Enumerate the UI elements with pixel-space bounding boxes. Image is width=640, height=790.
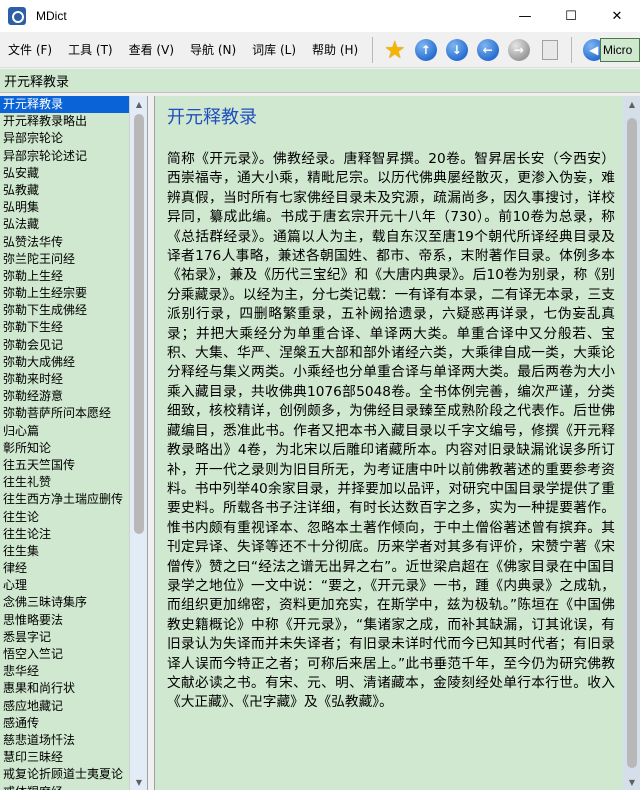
word-list-item[interactable]: 开元释教录略出 (0, 113, 129, 130)
word-list-item[interactable]: 异部宗轮论 (0, 130, 129, 147)
window-title: MDict (36, 9, 67, 23)
toolbar-separator (372, 36, 374, 63)
scroll-up-icon[interactable]: ▲ (623, 96, 640, 112)
entry-title: 开元释教录 (167, 107, 257, 128)
window-controls: — ☐ ✕ (502, 0, 640, 32)
menu-navigate[interactable]: 导航 (N) (182, 38, 244, 62)
word-list-item[interactable]: 往生论注 (0, 526, 129, 543)
scroll-down-icon[interactable]: ▼ (130, 774, 147, 790)
arrow-up-icon: ↑ (414, 38, 437, 61)
word-list-item[interactable]: 心理 (0, 577, 129, 594)
word-list-item[interactable]: 悉昙字记 (0, 629, 129, 646)
word-list-item[interactable]: 悟空入竺记 (0, 646, 129, 663)
scrollbar-thumb[interactable] (627, 118, 637, 768)
forward-button[interactable]: → (506, 37, 532, 63)
word-list: 开元释教录 开元释教录略出 异部宗轮论 异部宗轮论述记 弘安藏 弘教藏 弘明集 弘法藏 弘赞法华… (0, 96, 129, 790)
word-list-item[interactable]: 弘教藏 (0, 182, 129, 199)
menu-toolbar: 文件 (F) 工具 (T) 查看 (V) 导航 (N) 词库 (L) 帮助 (H… (0, 32, 640, 68)
word-list-panel: 开元释教录 开元释教录略出 异部宗轮论 异部宗轮论述记 弘安藏 弘教藏 弘明集 弘法藏 弘赞法华… (0, 96, 148, 790)
word-list-item[interactable]: 往生论 (0, 509, 129, 526)
word-list-item[interactable]: 律经 (0, 560, 129, 577)
back-button[interactable]: ← (475, 37, 501, 63)
word-list-item[interactable]: 往五天竺国传 (0, 457, 129, 474)
search-bar (0, 69, 640, 93)
dictionary-selector[interactable]: Micro (600, 38, 640, 62)
menu-view[interactable]: 查看 (V) (121, 38, 182, 62)
toolbar-separator (571, 36, 573, 63)
menu-tools[interactable]: 工具 (T) (60, 38, 121, 62)
arrow-left-icon: ← (476, 38, 499, 61)
star-icon: ★ (383, 35, 406, 64)
word-list-item[interactable]: 念佛三昧诗集序 (0, 594, 129, 611)
next-entry-button[interactable]: ↓ (444, 37, 470, 63)
word-list-item[interactable]: 弘赞法华传 (0, 234, 129, 251)
word-list-item[interactable]: 思惟略要法 (0, 612, 129, 629)
minimize-button[interactable]: — (502, 0, 548, 32)
menu-library[interactable]: 词库 (L) (244, 38, 304, 62)
scroll-down-icon[interactable]: ▼ (623, 774, 640, 790)
word-list-item[interactable]: 往生礼赞 (0, 474, 129, 491)
menu-file[interactable]: 文件 (F) (0, 38, 60, 62)
arrow-down-icon: ↓ (445, 38, 468, 61)
copy-button[interactable] (537, 37, 563, 63)
word-list-item[interactable]: 彰所知论 (0, 440, 129, 457)
word-list-item[interactable]: 弘法藏 (0, 216, 129, 233)
word-list-item[interactable]: 弥勒来时经 (0, 371, 129, 388)
word-list-item[interactable]: 慈悲道场忏法 (0, 732, 129, 749)
word-list-item[interactable]: 弘安藏 (0, 165, 129, 182)
word-list-item[interactable]: 弥勒下生成佛经 (0, 302, 129, 319)
word-list-item[interactable]: 弥勒下生经 (0, 319, 129, 336)
word-list-item[interactable]: 戒复论折顾道士夷夏论 (0, 766, 129, 783)
entry-scrollbar[interactable]: ▲ ▼ (623, 96, 640, 790)
word-list-item[interactable]: 弘明集 (0, 199, 129, 216)
entry-content: 开元释教录 简称《开元录》。佛教经录。唐释智昇撰。20卷。智昇居长安（今西安）西… (155, 96, 623, 790)
search-input[interactable] (0, 69, 640, 92)
document-icon (541, 39, 558, 60)
app-logo-icon (8, 7, 26, 25)
word-list-item[interactable]: 异部宗轮论述记 (0, 148, 129, 165)
word-list-item[interactable]: 弥兰陀王问经 (0, 251, 129, 268)
word-list-item[interactable]: 惠果和尚行状 (0, 680, 129, 697)
word-list-item[interactable]: 戒体羯磨经 (0, 784, 129, 790)
word-list-item[interactable]: 弥勒上生经宗要 (0, 285, 129, 302)
word-list-scrollbar[interactable]: ▲ ▼ (129, 96, 147, 790)
maximize-button[interactable]: ☐ (548, 0, 594, 32)
title-bar: MDict — ☐ ✕ (0, 0, 640, 32)
word-list-item[interactable]: 弥勒经游意 (0, 388, 129, 405)
word-list-item[interactable]: 归心篇 (0, 423, 129, 440)
word-list-item[interactable]: 慧印三昧经 (0, 749, 129, 766)
word-list-item[interactable]: 弥勒上生经 (0, 268, 129, 285)
word-list-item[interactable]: 悲华经 (0, 663, 129, 680)
word-list-item[interactable]: 弥勒会见记 (0, 337, 129, 354)
word-list-item[interactable]: 开元释教录 (0, 96, 129, 114)
arrow-right-icon: → (507, 38, 530, 61)
word-list-item[interactable]: 感应地藏记 (0, 698, 129, 715)
scrollbar-thumb[interactable] (134, 114, 144, 534)
scroll-up-icon[interactable]: ▲ (130, 96, 147, 112)
close-button[interactable]: ✕ (594, 0, 640, 32)
word-list-item[interactable]: 往生西方净土瑞应删传 (0, 491, 129, 508)
entry-panel: 开元释教录 简称《开元录》。佛教经录。唐释智昇撰。20卷。智昇居长安（今西安）西… (154, 96, 640, 790)
word-list-item[interactable]: 弥勒菩萨所问本愿经 (0, 405, 129, 422)
favorite-button[interactable]: ★ (382, 37, 408, 63)
word-list-item[interactable]: 弥勒大成佛经 (0, 354, 129, 371)
entry-body: 简称《开元录》。佛教经录。唐释智昇撰。20卷。智昇居长安（今西安）西崇福寺，通大… (167, 151, 615, 711)
menu-help[interactable]: 帮助 (H) (304, 38, 366, 62)
previous-entry-button[interactable]: ↑ (413, 37, 439, 63)
word-list-item[interactable]: 往生集 (0, 543, 129, 560)
word-list-item[interactable]: 感通传 (0, 715, 129, 732)
